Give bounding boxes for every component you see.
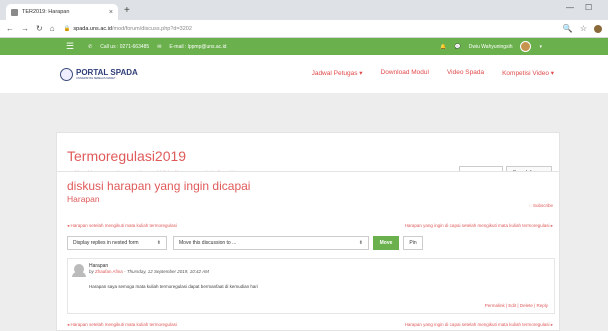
address-bar: ← → ↻ ⌂ 🔒 spada.uns.ac.id/mod/forum/discu…	[0, 20, 608, 38]
move-select-value: Move this discussion to ...	[179, 240, 237, 246]
pin-button[interactable]: Pin	[403, 236, 423, 250]
reload-icon[interactable]: ↻	[36, 24, 43, 33]
message-icon[interactable]: 💬	[455, 44, 461, 50]
home-icon[interactable]: ⌂	[50, 24, 55, 33]
url-input[interactable]: 🔒 spada.uns.ac.id/mod/forum/discuss.php?d…	[64, 26, 556, 32]
browser-tabbar: TER2019: Harapan × + — ☐	[0, 0, 608, 20]
lock-icon: 🔒	[63, 25, 71, 32]
uns-seal-icon	[60, 67, 73, 81]
menu-item-kompetisi[interactable]: Kompetisi Video ▾	[502, 69, 554, 77]
phone-icon: ✆	[88, 43, 93, 50]
next-discussion-link[interactable]: Harapan yang ingin di capai setelah meng…	[405, 322, 553, 328]
author-avatar[interactable]	[72, 264, 86, 277]
user-name[interactable]: Dwiu Wahyuningsih	[469, 44, 513, 50]
maximize-icon[interactable]: ☐	[585, 3, 592, 12]
move-discussion-select[interactable]: Move this discussion to ... ⬍	[173, 236, 369, 250]
post-commands[interactable]: Permalink | Edit | Delete | Reply	[485, 303, 548, 308]
forward-icon[interactable]: →	[21, 24, 29, 33]
tab-title: TER2019: Harapan	[22, 9, 70, 15]
forum-post: Harapan by Zhaafan Afina - Thursday, 12 …	[67, 258, 555, 314]
star-icon[interactable]: ☆	[580, 24, 587, 33]
prev-discussion-link[interactable]: ◂ Harapan setelah mengikuti mata kuliah …	[67, 322, 177, 328]
discussion-subtitle: Harapan	[67, 194, 100, 204]
menu-item-download[interactable]: Download Modul	[381, 69, 429, 77]
post-message: Harapan saya semoga mata kuliah termoreg…	[89, 284, 258, 289]
zoom-icon[interactable]: 🔍	[563, 24, 573, 33]
back-icon[interactable]: ←	[6, 24, 14, 33]
brand-bar: PORTAL SPADA UNIVERSITAS SEBELAS MARET J…	[0, 55, 608, 93]
favicon-icon	[11, 8, 18, 16]
url-domain: spada.uns.ac.id	[73, 25, 112, 32]
extension-icon[interactable]	[594, 24, 602, 33]
minimize-icon[interactable]: —	[566, 3, 574, 12]
logo-title: PORTAL SPADA	[76, 67, 138, 77]
display-mode-value: Display replies in nested form	[73, 240, 139, 246]
move-button[interactable]: Move	[373, 236, 399, 250]
email-text: E-mail : lppmp@uns.ac.id	[169, 43, 227, 50]
phone-text: Call us : 0271-663485	[100, 43, 150, 50]
logo[interactable]: PORTAL SPADA UNIVERSITAS SEBELAS MARET	[60, 67, 138, 81]
subscribe-link[interactable]: ◌ Subscribe	[529, 203, 553, 208]
browser-tab[interactable]: TER2019: Harapan ×	[6, 4, 118, 20]
main-menu: Jadwal Petugas ▾ Download Modul Video Sp…	[312, 69, 554, 77]
new-tab-button[interactable]: +	[124, 5, 130, 16]
url-path: /mod/forum/discuss.php?d=3202	[111, 25, 192, 32]
post-byline: by Zhaafan Afina - Thursday, 12 Septembe…	[89, 269, 209, 274]
subscribe-label: Subscribe	[532, 203, 553, 208]
discussion-panel: diskusi harapan yang ingin dicapai Harap…	[56, 171, 560, 331]
select-arrow-icon: ⬍	[358, 240, 363, 246]
email-icon: ✉	[157, 43, 162, 50]
logo-subtitle: UNIVERSITAS SEBELAS MARET	[76, 76, 116, 80]
menu-item-video[interactable]: Video Spada	[447, 69, 484, 77]
menu-icon[interactable]: ☰	[66, 41, 74, 52]
site-topbar: ☰ ✆ Call us : 0271-663485 ✉ E-mail : lpp…	[0, 38, 608, 55]
post-author[interactable]: Zhaafan Afina	[95, 269, 123, 274]
display-mode-select[interactable]: Display replies in nested form ⬍	[67, 236, 167, 250]
notification-icon[interactable]: 🔔	[440, 44, 446, 50]
chevron-down-icon[interactable]: ▾	[539, 44, 542, 50]
discussion-title: diskusi harapan yang ingin dicapai	[67, 179, 251, 193]
close-tab-icon[interactable]: ×	[109, 9, 113, 16]
next-discussion-link[interactable]: Harapan yang ingin di capai setelah meng…	[405, 223, 553, 229]
prev-discussion-link[interactable]: ◂ Harapan setelah mengikuti mata kuliah …	[67, 223, 177, 229]
select-arrow-icon: ⬍	[156, 240, 161, 246]
avatar[interactable]	[520, 41, 532, 52]
post-date: - Thursday, 12 September 2019, 10:42 AM	[124, 269, 209, 274]
page-title: Termoregulasi2019	[67, 148, 187, 164]
byline-prefix: by	[89, 269, 94, 274]
menu-item-jadwal[interactable]: Jadwal Petugas ▾	[312, 69, 363, 77]
